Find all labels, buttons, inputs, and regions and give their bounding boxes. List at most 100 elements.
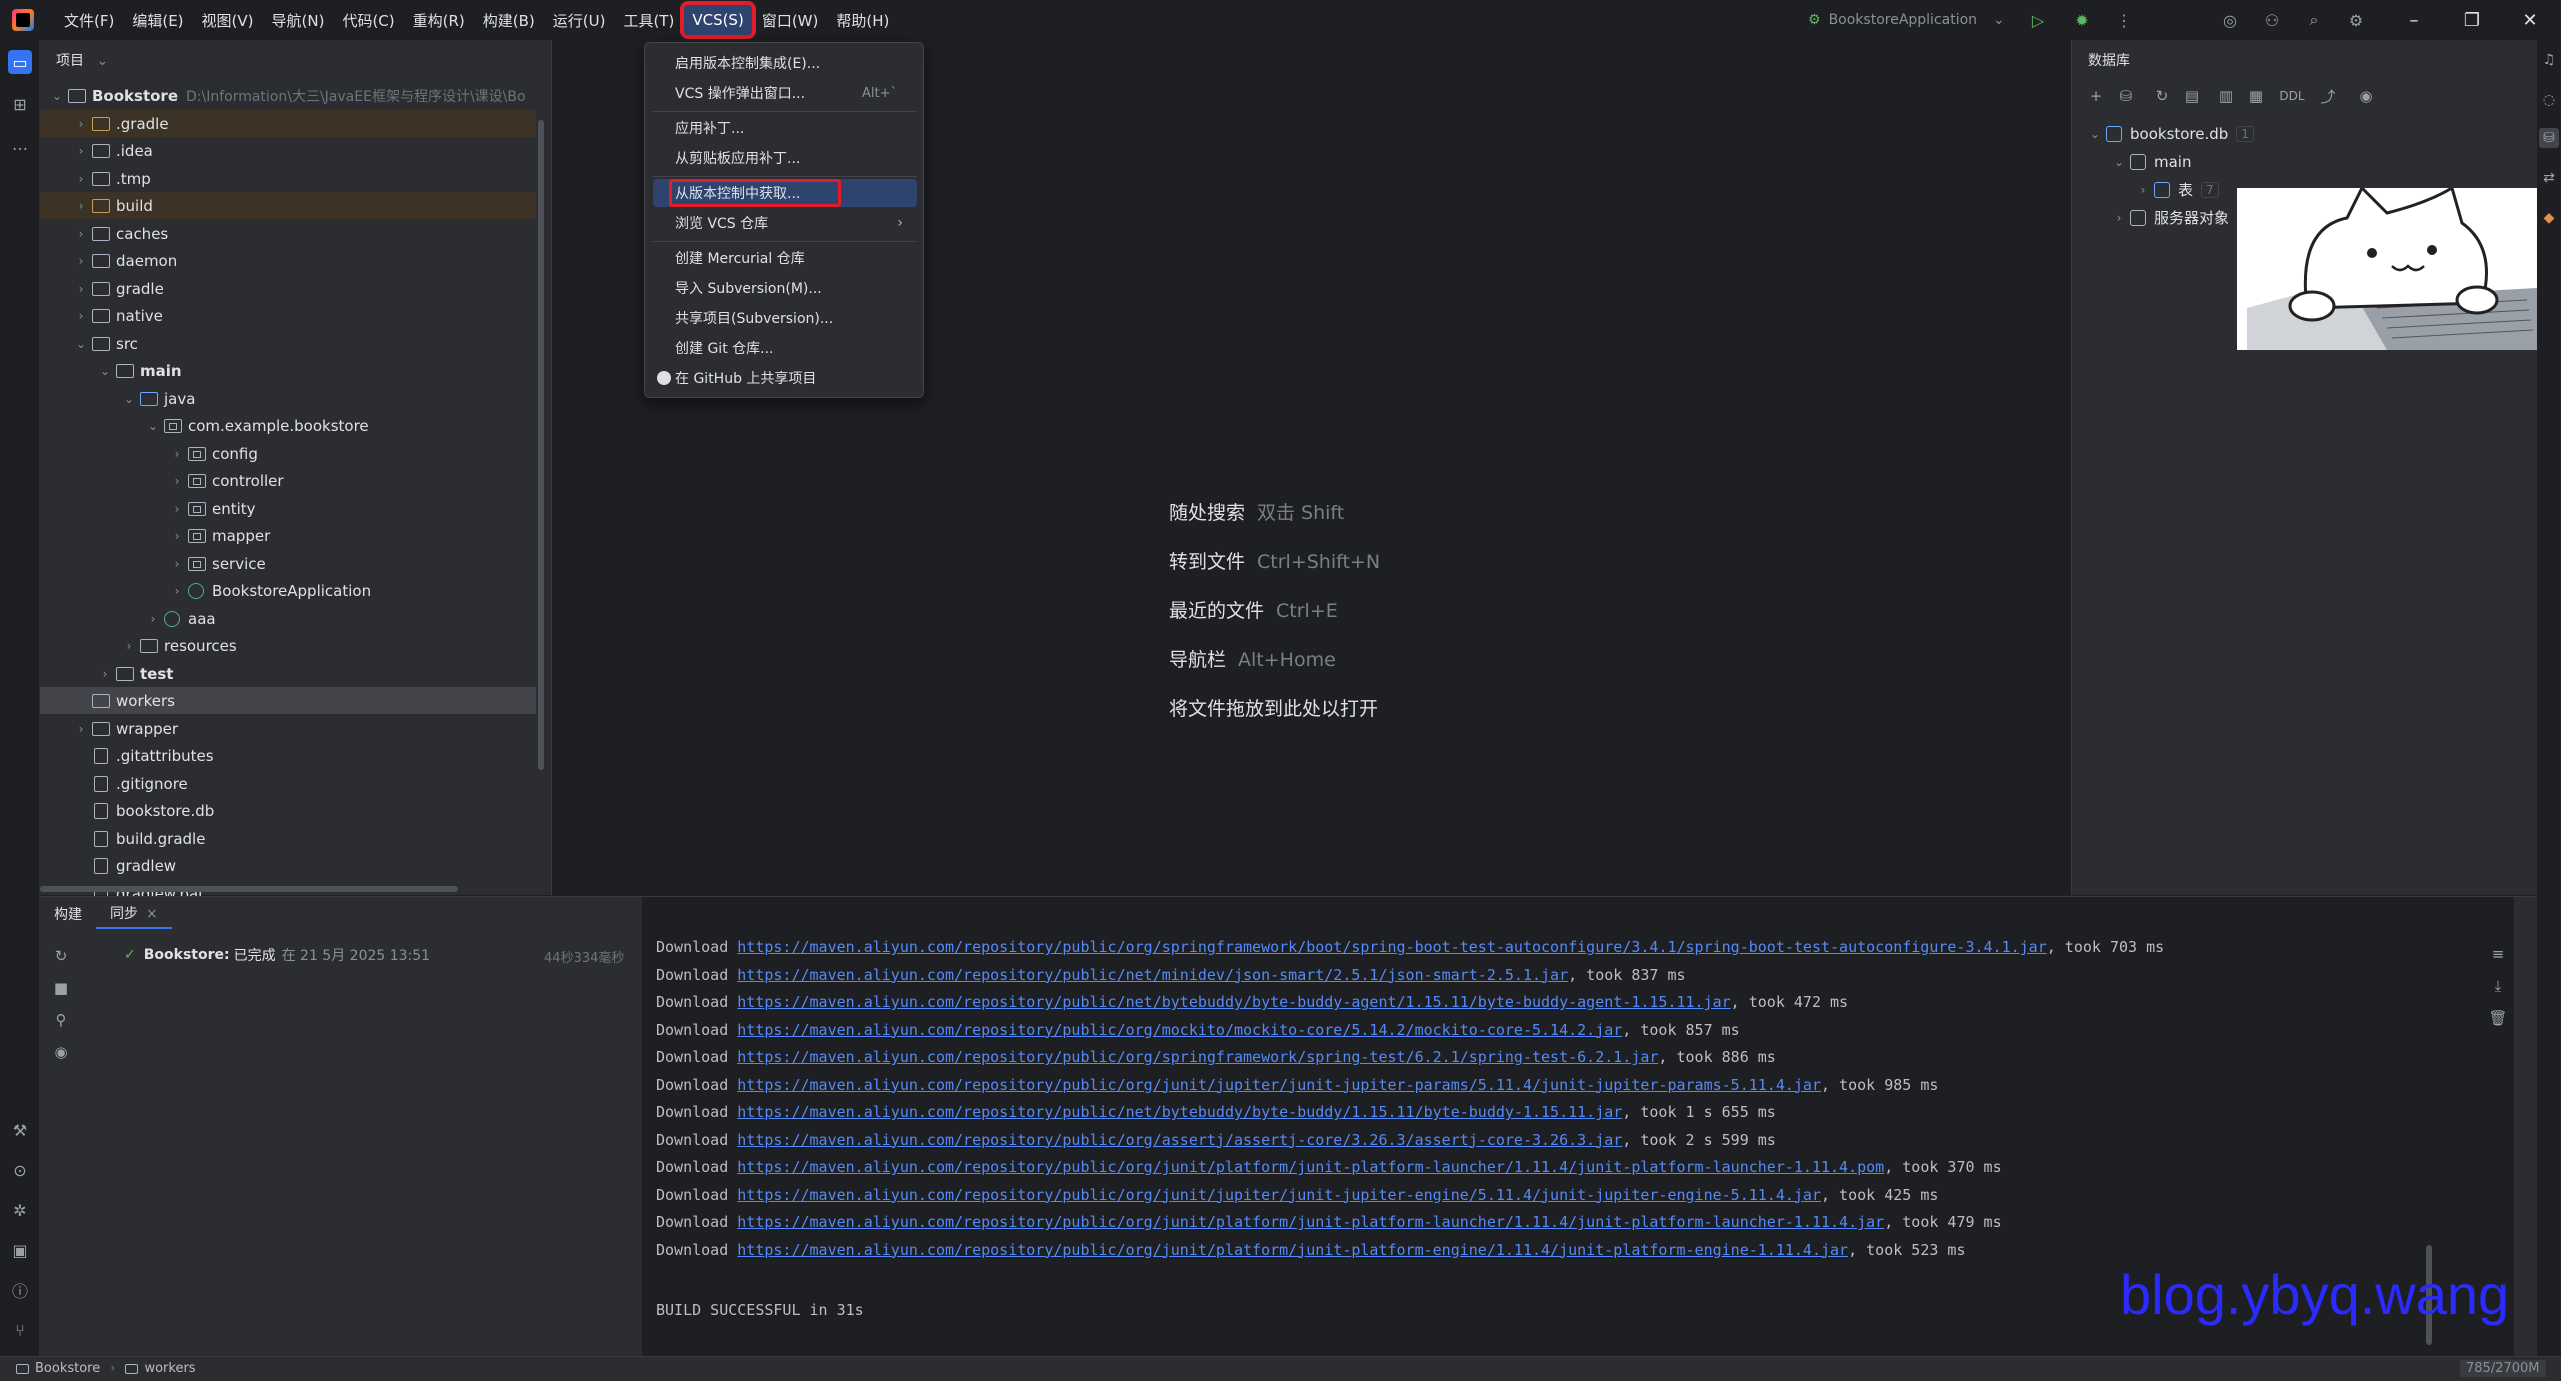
chevron-right-icon[interactable]: › [170,474,184,488]
menu-item[interactable]: 工具(T) [615,4,682,37]
intellij-logo-icon[interactable] [12,9,34,31]
tree-item[interactable]: › mapper [40,522,536,549]
git-branch-icon[interactable]: ⑂ [8,1318,32,1342]
vcs-menu-item[interactable]: 创建 Git 仓库... [653,334,917,362]
run-configuration-widget[interactable]: ⚙ BookstoreApplication ⌄ [1808,0,2005,40]
chevron-right-icon[interactable]: › [74,282,88,296]
chevron-down-icon[interactable]: ⌄ [50,89,64,103]
download-link[interactable]: https://maven.aliyun.com/repository/publ… [737,993,1730,1011]
tree-item[interactable]: bookstore.db [40,797,536,824]
tree-item[interactable]: › entity [40,495,536,522]
vcs-menu-item[interactable]: 导入 Subversion(M)... [653,274,917,302]
download-link[interactable]: https://maven.aliyun.com/repository/publ… [737,938,2046,956]
tree-item[interactable]: › gradle [40,275,536,302]
build-tab[interactable]: 同步 × [96,899,172,929]
tree-item[interactable]: ⌄ src [40,330,536,357]
debug-bug-icon[interactable]: ✲ [8,1198,32,1222]
chevron-right-icon[interactable]: › [146,612,160,626]
tree-horizontal-scrollbar[interactable] [40,886,458,892]
table-icon[interactable]: ▦ [2246,86,2266,106]
chevron-right-icon[interactable]: › [170,447,184,461]
menu-item[interactable]: 窗口(W) [754,4,827,37]
menu-item[interactable]: 编辑(E) [124,4,191,37]
minimize-icon[interactable]: – [2402,8,2426,32]
tree-item[interactable]: .gitignore [40,770,536,797]
download-link[interactable]: https://maven.aliyun.com/repository/publ… [737,1076,1821,1094]
database-icon[interactable]: ⛁ [2539,128,2559,148]
download-link[interactable]: https://maven.aliyun.com/repository/publ… [737,1158,1884,1176]
vcs-menu-item[interactable]: 应用补丁... [653,114,917,142]
pin-icon[interactable]: ⚲ [50,1009,72,1031]
project-panel-header[interactable]: 项目 ⌄ [56,50,108,70]
menu-item[interactable]: 视图(V) [194,4,262,37]
chevron-down-icon[interactable]: ⌄ [2112,155,2126,169]
chevron-right-icon[interactable]: › [2136,183,2150,197]
run-icon[interactable]: ▷ [2028,10,2048,30]
chevron-right-icon[interactable]: › [74,144,88,158]
tree-item[interactable]: › .tmp [40,165,536,192]
tree-item[interactable]: ⌄ java [40,385,536,412]
ai-chat-icon[interactable]: ◌ [2539,90,2559,110]
chevron-right-icon[interactable]: › [2112,211,2126,225]
download-link[interactable]: https://maven.aliyun.com/repository/publ… [737,1021,1622,1039]
menu-item[interactable]: 运行(U) [545,4,614,37]
breadcrumb-item[interactable]: workers [144,1361,195,1376]
problems-icon[interactable]: ⓘ [8,1278,32,1302]
tree-item[interactable]: › wrapper [40,715,536,742]
database-tree-item[interactable]: ⌄ bookstore.db 1 [2088,120,2254,147]
chevron-down-icon[interactable]: ⌄ [2088,127,2102,141]
stop-icon[interactable]: ■ [50,977,72,999]
download-link[interactable]: https://maven.aliyun.com/repository/publ… [737,1186,1821,1204]
tree-item[interactable]: › controller [40,467,536,494]
vcs-menu-item[interactable]: 从版本控制中获取... [653,179,917,207]
soft-wrap-icon[interactable]: ≡ [2488,944,2508,964]
eye-icon[interactable]: ◉ [50,1041,72,1063]
add-icon[interactable]: + [2086,86,2106,106]
ddl-button[interactable]: DDL [2276,86,2308,106]
chevron-down-icon[interactable]: ⌄ [98,364,112,378]
download-link[interactable]: https://maven.aliyun.com/repository/publ… [737,1213,1884,1231]
vcs-menu-item[interactable]: 共享项目(Subversion)... [653,304,917,332]
tree-item[interactable]: .gitattributes [40,742,536,769]
tree-item[interactable]: › service [40,550,536,577]
vcs-menu-item[interactable]: 从剪贴板应用补丁... [653,144,917,172]
vcs-menu-item[interactable]: VCS 操作弹出窗口... Alt+` [653,79,917,107]
tree-item[interactable]: › caches [40,220,536,247]
tree-item[interactable]: workers [40,687,536,714]
chevron-right-icon[interactable]: › [170,584,184,598]
tree-item[interactable]: › BookstoreApplication [40,577,536,604]
tree-item[interactable]: › native [40,302,536,329]
chevron-right-icon[interactable]: › [74,199,88,213]
schema-icon[interactable]: ▤ [2182,86,2202,106]
tree-item[interactable]: ⌄ com.example.bookstore [40,412,536,439]
chevron-right-icon[interactable]: › [74,309,88,323]
chevron-right-icon[interactable]: › [170,529,184,543]
memory-indicator[interactable]: 785/2700M [2460,1360,2546,1377]
plugin-icon[interactable]: ◆ [2539,208,2559,228]
tree-item[interactable]: › .idea [40,137,536,164]
jump-icon[interactable]: ⤴ [2318,86,2338,106]
chevron-right-icon[interactable]: › [122,639,136,653]
tree-vertical-scrollbar[interactable] [538,120,544,770]
chevron-right-icon[interactable]: › [74,227,88,241]
database-tree-item[interactable]: › 服务器对象 [2112,204,2229,231]
endpoints-icon[interactable]: ⇄ [2539,168,2559,188]
chevron-right-icon[interactable]: › [74,722,88,736]
data-source-icon[interactable]: ⛁ [2116,86,2136,106]
refresh-icon[interactable]: ↻ [2152,86,2172,106]
chevron-right-icon[interactable]: › [74,172,88,186]
download-link[interactable]: https://maven.aliyun.com/repository/publ… [737,1241,1848,1259]
vcs-menu-item[interactable]: 浏览 VCS 仓库 › [653,209,917,237]
database-tree-item[interactable]: ⌄ main [2112,148,2192,175]
tree-item[interactable]: › .gradle [40,110,536,137]
vcs-menu-item[interactable]: 启用版本控制集成(E)... [653,49,917,77]
account-icon[interactable]: ⚇ [2262,10,2282,30]
tree-item[interactable]: › config [40,440,536,467]
menu-item[interactable]: 重构(R) [405,4,473,37]
tree-item[interactable]: › test [40,660,536,687]
menu-item[interactable]: 导航(N) [264,4,333,37]
download-link[interactable]: https://maven.aliyun.com/repository/publ… [737,1048,1658,1066]
download-link[interactable]: https://maven.aliyun.com/repository/publ… [737,966,1568,984]
search-icon[interactable]: ⌕ [2304,10,2324,30]
more-actions-icon[interactable]: ⋮ [2114,10,2134,30]
